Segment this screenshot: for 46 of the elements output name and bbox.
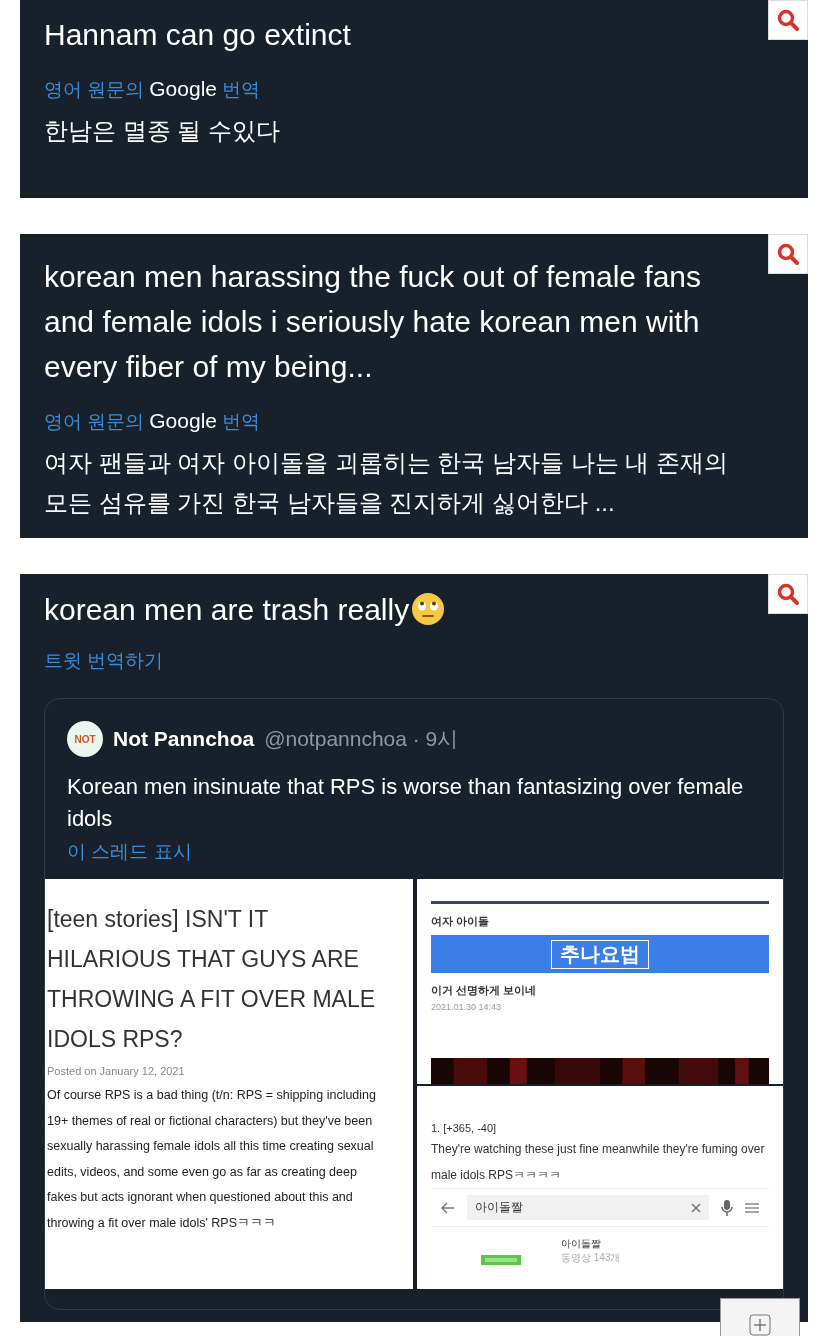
search-button[interactable] [768,234,808,274]
translate-tweet-link[interactable]: 트윗 번역하기 [44,648,784,674]
search-icon [776,242,800,266]
comment-text: They're watching these just fine meanwhile they're fuming over male idols RPSㅋㅋㅋㅋ [431,1141,766,1184]
forum-screenshot[interactable]: 여자 아이돌 추나요법 이거 선명하게 보이네 2021.01.30 14:43 [417,879,783,1084]
search-field[interactable]: 아이돌짤 [467,1195,709,1220]
post-title: 이거 선명하게 보이네 [431,983,538,998]
author-handle: @notpannchoa · 9시 [264,726,459,752]
quoted-tweet[interactable] [44,698,784,1310]
expand-button[interactable] [720,1298,800,1336]
search-button[interactable] [768,0,808,40]
board-name: 여자 아이돌 [431,914,491,929]
quoted-text: Korean men insinuate that RPS is worse than fantasizing over female idols [67,773,745,833]
back-arrow-icon [441,1201,455,1214]
google-logo: Google [149,409,217,433]
microphone-icon [721,1199,733,1216]
google-logo: Google [149,77,217,101]
avatar: NOT [67,721,103,757]
show-thread-link[interactable]: 이 스레드 표시 [67,839,761,865]
author-name: Not Pannchoa [113,727,255,751]
search-icon [776,8,800,32]
article-title: [teen stories] ISN'T IT HILARIOUS THAT GUYS ARE THROWING A FIT OVER MALE IDOLS RPS? [47,905,376,1054]
search-icon [776,582,800,606]
article-body: Of course RPS is a bad thing (t/n: RPS = shipping including 19+ themes of real or fictional characters) but they've been sexually harassing female idols all this time creating sexual edits, videos, and some even go as far as creating deep fakes but acts ignorant when questioned about this and throwing a fit over male idols' RPSㅋㅋㅋ [47,1087,377,1232]
translation-label: 영어 원문의 [44,78,145,102]
banner-text: 추나요법 [551,939,649,969]
result-title: 아이돌짤 [561,1237,602,1251]
comment-screenshot[interactable]: 1. [+365, -40] They're watching these just fine meanwhile they're fuming over male idols RPSㅋㅋㅋㅋ 아이돌짤 아이돌짤 동영상 143개 [417,1086,783,1289]
tweet-text: korean men harassing the fuck out of female fans and female idols i seriously hate korean men with every fiber of my being... [44,259,703,385]
filter-icon [745,1201,759,1214]
article-date: Posted on January 12, 2021 [47,1065,186,1077]
clear-icon [691,1202,701,1213]
translation-label: 영어 원문의 [44,410,145,434]
eye-roll-face-icon [411,592,446,626]
translated-text: 여자 팬들과 여자 아이돌을 괴롭히는 한국 남자들 나는 내 존재의 모든 섬유를 가진 한국 남자들을 진지하게 싫어한다 ... [44,448,729,518]
search-button[interactable] [768,574,808,614]
tweet-text: korean men are trash really [44,591,410,628]
tweet-text: Hannam can go extinct [44,17,352,53]
translated-text: 한남은 멸종 될 수있다 [44,116,281,146]
post-date: 2021.01.30 14:43 [431,1002,503,1012]
translation-label: 번역 [222,78,260,102]
article-screenshot[interactable] [45,879,413,1289]
result-meta: 동영상 143개 [561,1251,621,1265]
comment-score: 1. [+365, -40] [431,1122,498,1134]
plus-icon [749,1314,771,1336]
translation-label: 번역 [222,410,260,434]
